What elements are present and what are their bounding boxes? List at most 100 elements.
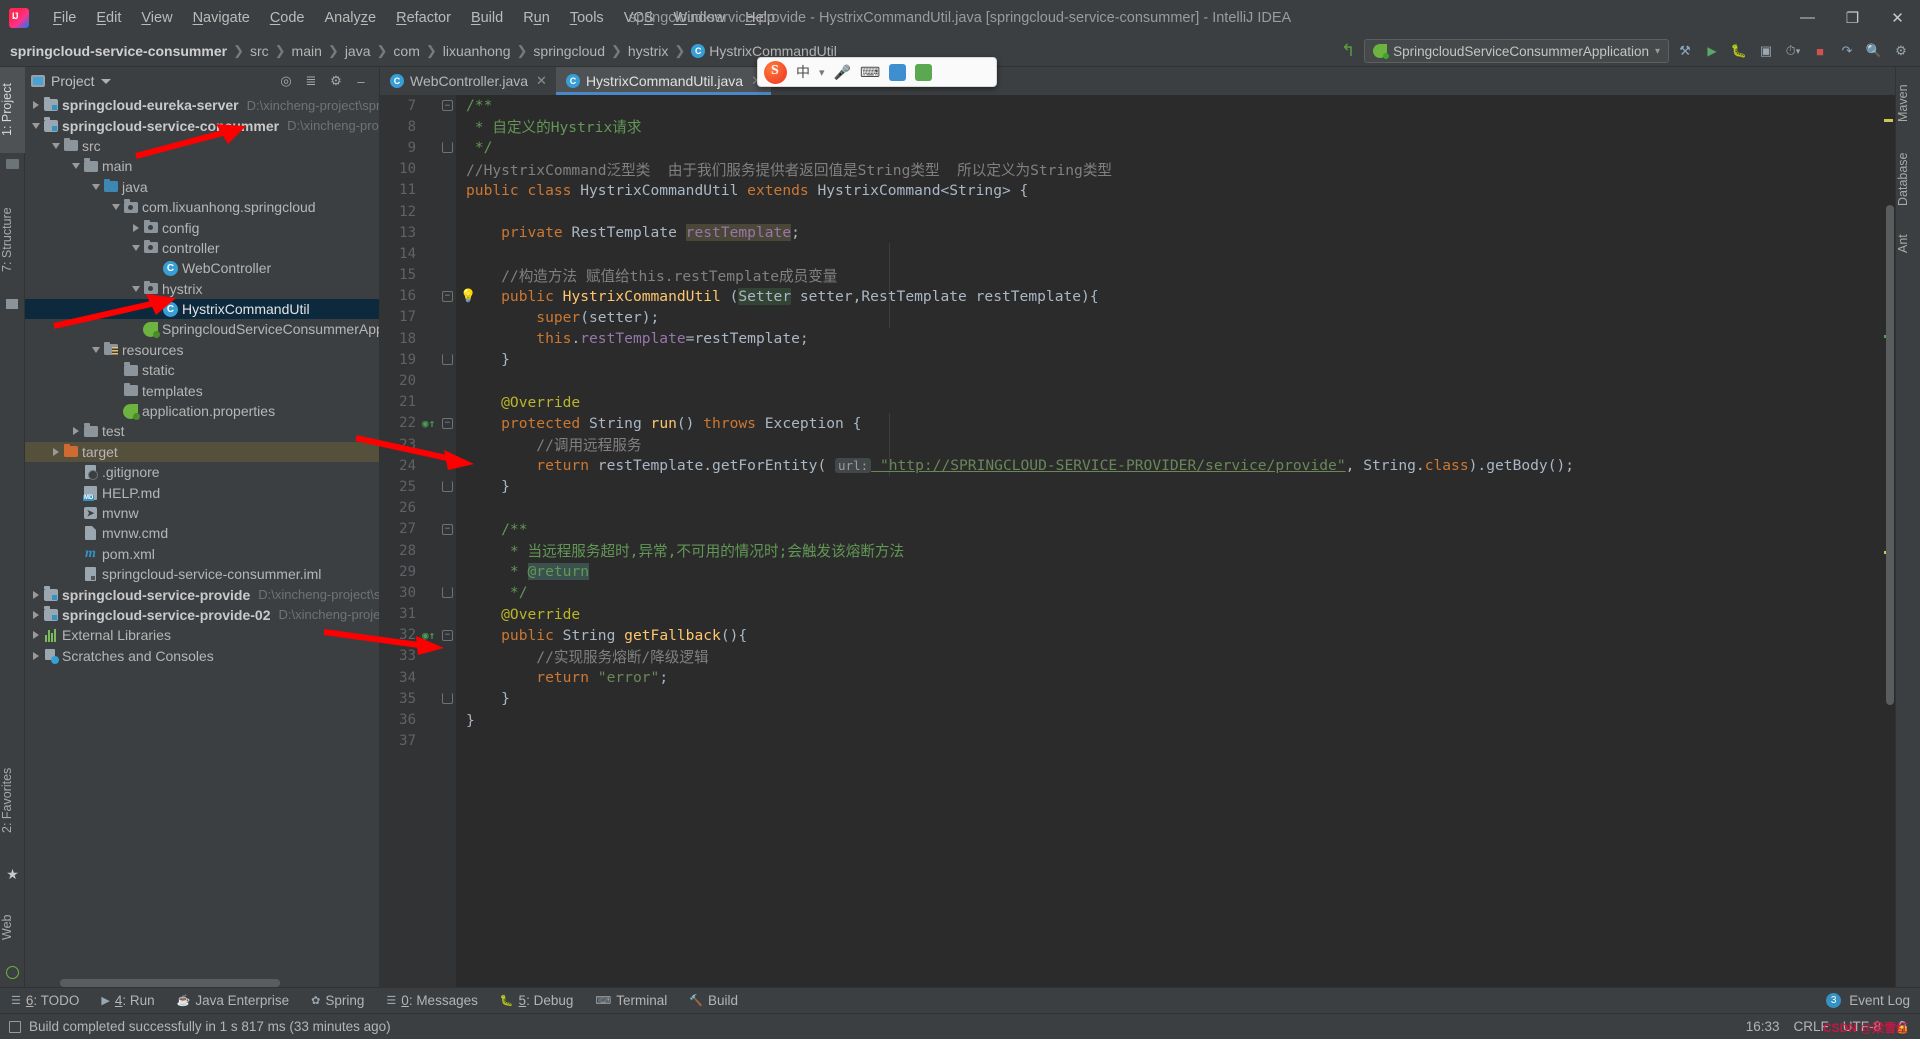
menu-item-build[interactable]: Build [461, 6, 513, 30]
tree-node-help-md[interactable]: HELP.md [25, 482, 379, 502]
code-line[interactable]: 19 } [380, 349, 1895, 370]
code-line[interactable]: 11 public class HystrixCommandUtil extend… [380, 180, 1895, 201]
code-line[interactable]: 20 [380, 370, 1895, 391]
tree-node-springcloudserviceconsummerapplic[interactable]: SpringcloudServiceConsummerApplic [25, 319, 379, 339]
search-everywhere-icon[interactable]: 🔍 [1863, 40, 1885, 62]
chevron-down-icon[interactable]: ▾ [819, 66, 825, 79]
update-project-icon[interactable]: ↷ [1836, 40, 1858, 62]
tree-expander[interactable] [29, 631, 42, 640]
menu-item-run[interactable]: Run [513, 6, 560, 30]
editor-tab-hystrixcommandutil-java[interactable]: CHystrixCommandUtil.java✕ [555, 67, 772, 95]
code-line[interactable]: 9 */ [380, 137, 1895, 158]
menu-item-tools[interactable]: Tools [560, 6, 614, 30]
code-line[interactable]: 10 //HystrixCommand泛型类 由于我们服务提供者返回值是Strin… [380, 159, 1895, 180]
tree-expander[interactable] [89, 346, 102, 353]
toolbox-icon[interactable] [889, 63, 907, 81]
breadcrumb-item-com[interactable]: com [393, 43, 419, 59]
breadcrumb-item-lixuanhong[interactable]: lixuanhong [443, 43, 511, 59]
tree-node-application-properties[interactable]: application.properties [25, 401, 379, 421]
tree-expander[interactable] [29, 610, 42, 619]
tree-node-mvnw[interactable]: ➤ mvnw [25, 503, 379, 523]
code-line[interactable]: 35 } [380, 688, 1895, 709]
menu-item-refactor[interactable]: Refactor [386, 6, 461, 30]
menu-item-analyze[interactable]: Analyze [315, 6, 387, 30]
breadcrumb-item-src[interactable]: src [250, 43, 269, 59]
menu-item-code[interactable]: Code [260, 6, 315, 30]
fold-end-icon[interactable] [442, 142, 453, 154]
code-line[interactable]: 15 //构造方法 赋值给this.restTemplate成员变量 [380, 265, 1895, 286]
tree-node-hystrixcommandutil[interactable]: C HystrixCommandUtil [25, 298, 379, 320]
code-line[interactable]: 24 return restTemplate.getForEntity( url… [380, 455, 1895, 476]
tool-window-button-java-enterprise[interactable]: ☕ Java Enterprise [166, 988, 301, 1014]
code-line[interactable]: 37 [380, 731, 1895, 752]
tree-expander[interactable] [89, 183, 102, 190]
editor-vertical-scrollbar[interactable] [1886, 205, 1894, 705]
tree-expander[interactable] [49, 142, 62, 149]
tool-window-button-terminal[interactable]: ⌨ Terminal [584, 988, 678, 1014]
menu-item-navigate[interactable]: Navigate [183, 6, 260, 30]
fold-end-icon[interactable] [442, 354, 453, 366]
tool-window-button-build[interactable]: 🔨 Build [678, 988, 749, 1014]
tree-node-pom-xml[interactable]: m pom.xml [25, 544, 379, 564]
tree-node-controller[interactable]: controller [25, 238, 379, 258]
tool-window-button-6--todo[interactable]: ☰ 6: TODO [0, 988, 90, 1014]
code-line[interactable]: 22 ◉↑ − protected String run() throws Exce… [380, 413, 1895, 434]
menu-item-help[interactable]: Help [735, 6, 785, 30]
sogou-ime-logo-icon[interactable] [764, 60, 787, 84]
tree-node-main[interactable]: main [25, 156, 379, 176]
code-line[interactable]: 25 } [380, 476, 1895, 497]
maximize-button[interactable]: ❐ [1830, 0, 1875, 35]
tree-expander[interactable] [129, 285, 142, 292]
tool-window-button-0--messages[interactable]: ☰ 0: Messages [375, 988, 488, 1014]
code-line[interactable]: 23 //调用远程服务 [380, 434, 1895, 455]
code-editor[interactable]: 7−/** 8 * 自定义的Hystrix请求 9 */10//HystrixCom… [380, 95, 1895, 987]
toggle-toolbar-icon[interactable] [9, 1020, 21, 1033]
fold-collapse-icon[interactable]: − [442, 523, 453, 535]
breadcrumb-item-springcloud[interactable]: springcloud [533, 43, 605, 59]
code-line[interactable]: 32 ◉↑ − public String getFallback(){ [380, 625, 1895, 646]
chevron-down-icon[interactable] [100, 78, 111, 84]
tree-node-springcloud-service-consummer-iml[interactable]: springcloud-service-consummer.iml [25, 564, 379, 584]
tree-node-springcloud-service-provide-02[interactable]: springcloud-service-provide-02 D:\xinchen… [25, 605, 379, 625]
stop-icon[interactable]: ■ [1809, 40, 1831, 62]
tree-expander[interactable] [29, 590, 42, 599]
settings-icon[interactable]: ⚙ [1890, 40, 1912, 62]
menu-item-vcs[interactable]: VCS [614, 6, 664, 30]
minimize-button[interactable]: — [1785, 0, 1830, 35]
back-arrow-icon[interactable]: ↰ [1337, 40, 1359, 62]
sidebar-item-database[interactable]: Database [1896, 139, 1920, 219]
fold-collapse-icon[interactable]: − [442, 629, 453, 641]
code-line[interactable]: 12 [380, 201, 1895, 222]
tree-expander[interactable] [29, 101, 42, 110]
tree-node-com-lixuanhong-springcloud[interactable]: com.lixuanhong.springcloud [25, 197, 379, 217]
override-method-icon[interactable]: ◉↑ [422, 629, 435, 642]
code-line[interactable]: 27 − /** [380, 519, 1895, 540]
tree-node--gitignore[interactable]: .gitignore [25, 462, 379, 482]
code-line[interactable]: 7 − /** [380, 95, 1895, 116]
sidebar-item-maven[interactable]: Maven [1896, 73, 1920, 133]
tree-node-java[interactable]: java [25, 177, 379, 197]
sidebar-item-project[interactable]: 1: Project [0, 67, 25, 153]
hide-panel-icon[interactable]: – [353, 73, 369, 89]
sidebar-item-structure[interactable]: 7: Structure [0, 185, 25, 295]
fold-end-icon[interactable] [442, 481, 453, 493]
tree-expander[interactable] [29, 651, 42, 660]
code-line[interactable]: 17 super(setter); [380, 307, 1895, 328]
close-icon[interactable]: ✕ [536, 73, 547, 89]
collapse-all-icon[interactable]: ≣ [303, 73, 319, 89]
breadcrumb-item-java[interactable]: java [345, 43, 371, 59]
menu-item-edit[interactable]: Edit [86, 6, 131, 30]
tree-node-hystrix[interactable]: hystrix [25, 279, 379, 299]
ime-language-label[interactable]: 中 [796, 62, 810, 82]
menu-item-file[interactable]: File [43, 6, 86, 30]
tree-node-test[interactable]: test [25, 421, 379, 441]
tree-expander[interactable] [29, 122, 42, 129]
run-icon[interactable]: ▶ [1701, 40, 1723, 62]
tree-node-static[interactable]: static [25, 360, 379, 380]
sidebar-item-ant[interactable]: Ant [1896, 225, 1920, 263]
tree-node-external-libraries[interactable]: External Libraries [25, 625, 379, 645]
tree-node-resources[interactable]: resources [25, 340, 379, 360]
warning-marker[interactable] [1884, 119, 1893, 122]
code-line[interactable]: 26 [380, 498, 1895, 519]
panel-settings-icon[interactable]: ⚙ [328, 73, 344, 89]
